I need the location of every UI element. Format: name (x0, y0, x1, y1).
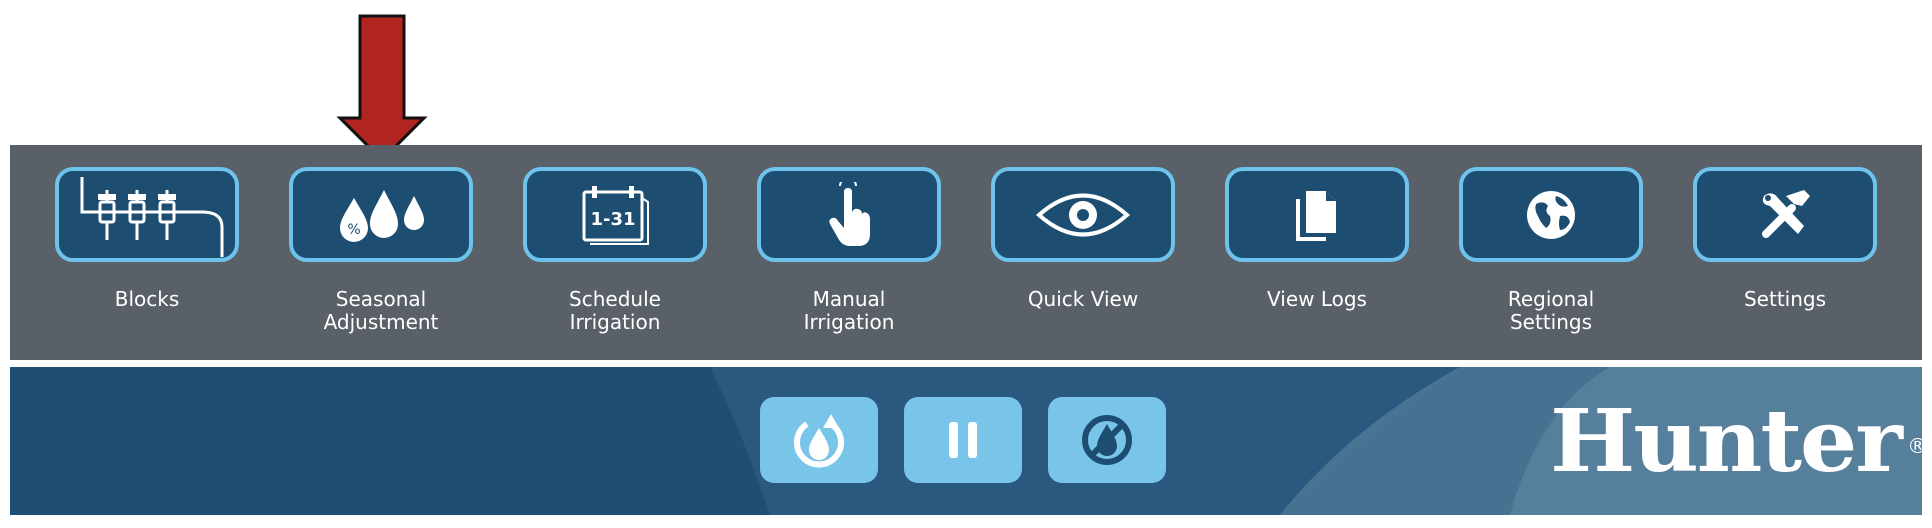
touch-hand-icon (829, 181, 870, 246)
menu-label: Seasonal Adjustment (323, 287, 439, 334)
regional-settings-button[interactable] (1459, 167, 1643, 262)
main-menu-panel: Blocks % Seasonal Adjustment 1-31 Schedu… (10, 145, 1922, 360)
menu-label: Manual Irrigation (803, 287, 895, 334)
menu-label: Regional Settings (1507, 287, 1595, 334)
manual-irrigation-button[interactable] (757, 167, 941, 262)
sprinkler-blocks-icon (80, 177, 224, 257)
menu-item-blocks[interactable]: Blocks (52, 167, 242, 311)
menu-item-view-logs[interactable]: View Logs (1222, 167, 1412, 311)
schedule-irrigation-button[interactable]: 1-31 (523, 167, 707, 262)
rain-off-icon (1082, 415, 1132, 465)
water-drops-percent-icon: % (340, 189, 424, 242)
rain-off-button[interactable] (1048, 397, 1166, 483)
view-logs-button[interactable] (1225, 167, 1409, 262)
quick-view-button[interactable] (991, 167, 1175, 262)
pointer-arrow-icon (336, 14, 428, 162)
svg-text:1-31: 1-31 (590, 209, 635, 230)
hunter-logo: Hunter® (1550, 391, 1922, 492)
menu-item-manual-irrigation[interactable]: Manual Irrigation (754, 167, 944, 334)
menu-item-regional-settings[interactable]: Regional Settings (1456, 167, 1646, 334)
water-cycle-icon (794, 414, 844, 468)
pause-icon (949, 422, 977, 458)
menu-label: Schedule Irrigation (569, 287, 661, 334)
calendar-icon: 1-31 (582, 185, 649, 245)
seasonal-adjustment-button[interactable]: % (289, 167, 473, 262)
globe-icon (1527, 190, 1575, 239)
menu-item-settings[interactable]: Settings (1690, 167, 1880, 311)
menu-label: View Logs (1267, 287, 1367, 311)
svg-text:%: % (347, 222, 360, 238)
blocks-button[interactable] (55, 167, 239, 262)
menu-item-schedule-irrigation[interactable]: 1-31 Schedule Irrigation (520, 167, 710, 334)
water-cycle-button[interactable] (760, 397, 878, 483)
menu-item-seasonal-adjustment[interactable]: % Seasonal Adjustment (286, 167, 476, 334)
menu-item-quick-view[interactable]: Quick View (988, 167, 1178, 311)
pause-button[interactable] (904, 397, 1022, 483)
eye-icon (1035, 193, 1131, 236)
control-bar: Hunter® (10, 367, 1922, 515)
documents-icon (1296, 190, 1336, 241)
menu-label: Settings (1743, 287, 1827, 311)
settings-button[interactable] (1693, 167, 1877, 262)
tools-icon (1762, 189, 1810, 238)
menu-label: Blocks (114, 287, 180, 311)
menu-label: Quick View (1027, 287, 1139, 311)
